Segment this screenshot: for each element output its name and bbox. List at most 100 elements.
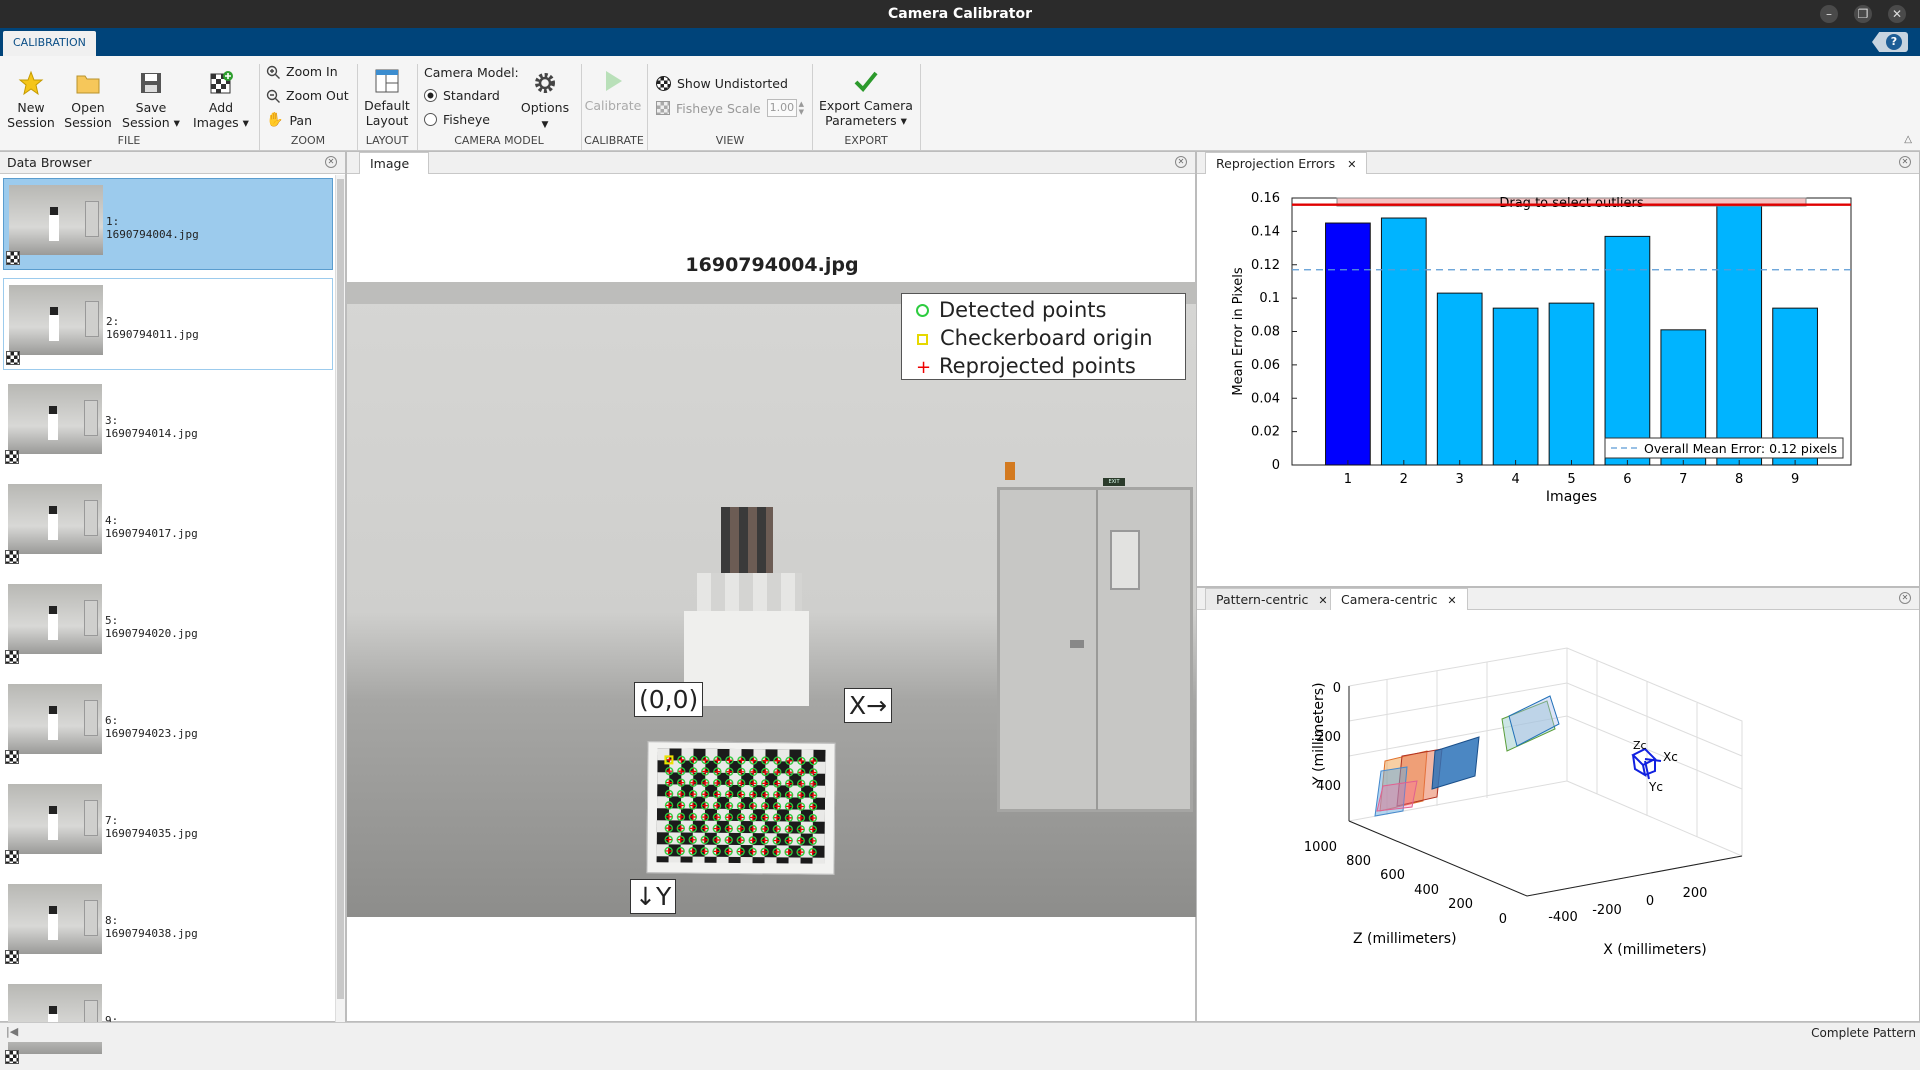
thumbnail-image [8,784,102,854]
svg-text:-200: -200 [1592,903,1622,918]
legend-origin: Checkerboard origin [940,326,1153,350]
close-tab-icon[interactable]: ✕ [1447,594,1456,607]
zoom-in-button[interactable]: Zoom In [266,64,338,79]
scroll-left-icon[interactable]: |◀ [6,1025,18,1038]
close-panel-icon[interactable]: ✕ [1899,592,1911,604]
undistort-icon [656,76,671,91]
folder-icon [76,75,100,94]
extrinsics-3d-plot[interactable]: Zc Xc Yc 0 200 400 Y (millimeters) 1000 … [1197,611,1919,1021]
checkerboard-icon [6,351,20,365]
thumbnail-label: 3: 1690794014.jpg [105,414,198,440]
list-item[interactable]: 3: 1690794014.jpg [3,378,333,470]
new-session-button[interactable]: New Session [6,70,56,130]
reprojection-panel: Reprojection Errors ✕ ✕ 0 0.02 0.04 0.06 0.0… [1196,151,1920,587]
thumbnail-image [8,684,102,754]
checkmark-icon [854,71,878,92]
calibrate-button[interactable]: Calibrate [584,68,642,113]
gear-icon [535,73,555,93]
image-panel: Image ✕ 1690794004.jpg EXIT (0,0) X→ Det… [346,151,1196,1022]
help-button[interactable]: ? [1872,32,1908,52]
list-item[interactable]: 4: 1690794017.jpg [3,478,333,570]
add-images-button[interactable]: Add Images ▾ [188,70,254,130]
thumbnail-label: 7: 1690794035.jpg [105,814,198,840]
scrollbar[interactable] [335,175,345,1023]
z-ticks: 1000 800 600 400 200 0 [1304,840,1507,927]
export-camera-parameters-button[interactable]: Export Camera Parameters ▾ [818,68,914,128]
default-layout-button[interactable]: Default Layout [360,68,414,128]
checkerboard-icon [5,550,19,564]
spinner-arrows-icon[interactable]: ▲ ▼ [799,100,804,116]
calibration-image[interactable]: EXIT (0,0) X→ Detected points Checkerboa… [347,282,1196,917]
collapse-ribbon-icon[interactable]: △ [1904,134,1912,145]
title-bar: Camera Calibrator – ❐ ✕ [0,0,1920,28]
origin-marker [664,755,674,765]
camera-label-y: Yc [1648,780,1663,794]
camera-model-label: Camera Model: [424,65,519,80]
tab-camera-centric[interactable]: Camera-centric ✕ [1330,588,1468,610]
x-ticks: -400 -200 0 200 [1548,886,1707,925]
minimize-button[interactable]: – [1820,5,1838,23]
dropdown-arrow-icon: ▼ [541,120,549,130]
close-panel-icon[interactable]: ✕ [325,156,337,168]
list-item[interactable]: 6: 1690794023.jpg [3,678,333,770]
thumbnail-label: 1: 1690794004.jpg [106,215,199,241]
pattern-planes [1374,695,1560,817]
thumbnail-image [9,185,103,255]
fisheye-scale-control[interactable]: Fisheye Scale 1.00 ▲ ▼ [656,99,804,117]
mean-legend-text: Overall Mean Error: 0.12 pixels [1644,441,1837,456]
thumbnail-label: 2: 1690794011.jpg [106,315,199,341]
checkerboard-icon [6,251,20,265]
list-item[interactable]: 1: 1690794004.jpg [3,178,333,270]
list-item[interactable]: 8: 1690794038.jpg [3,878,333,970]
data-browser-title: Data Browser [0,152,345,174]
options-button[interactable]: Options ▼ [516,70,574,133]
tab-calibration[interactable]: CALIBRATION [3,31,96,56]
layout-icon [375,69,399,93]
tab-pattern-centric[interactable]: Pattern-centric ✕ [1205,588,1339,610]
separator [920,64,921,150]
maximize-button[interactable]: ❐ [1854,5,1872,23]
fisheye-scale-input[interactable]: 1.00 [766,99,797,117]
x-tick-label: 3 [1456,472,1464,487]
group-layout-label: LAYOUT [365,134,409,147]
thumbnail-label: 6: 1690794023.jpg [105,714,198,740]
list-item[interactable]: 2: 1690794011.jpg [3,278,333,370]
ribbon: New Session Open Session Save Session ▾ Add… [0,56,1920,151]
close-panel-icon[interactable]: ✕ [1899,156,1911,168]
close-tab-icon[interactable]: ✕ [1347,158,1356,171]
checkerboard-icon [5,950,19,964]
zoom-out-button[interactable]: Zoom Out [266,88,349,103]
camera-label-z: Zc [1633,739,1647,752]
show-undistorted-button[interactable]: Show Undistorted [656,76,788,91]
thumbnail-label: 8: 1690794038.jpg [105,914,198,940]
legend: Detected points Checkerboard origin + Rep… [901,293,1186,380]
standard-radio[interactable]: Standard [424,88,500,103]
x-tick-label: 1 [1344,472,1352,487]
y-tick-label: 0.06 [1251,358,1280,373]
detected-points-icon [916,304,929,317]
fisheye-radio[interactable]: Fisheye [424,112,490,127]
close-window-button[interactable]: ✕ [1888,5,1906,23]
close-panel-icon[interactable]: ✕ [1175,156,1187,168]
reprojection-chart[interactable]: 0 0.02 0.04 0.06 0.08 0.1 0.12 0.14 0.16 1 2 3 4 5 6 7 8… [1197,175,1917,587]
close-tab-icon[interactable]: ✕ [1318,594,1327,607]
help-icon: ? [1886,34,1902,50]
detected-points-overlay [664,755,818,857]
svg-text:0: 0 [1499,912,1507,927]
tab-reprojection-errors[interactable]: Reprojection Errors ✕ [1205,152,1368,174]
zoom-out-icon [266,89,280,103]
hand-icon: ✋ [266,112,284,128]
list-item[interactable]: 7: 1690794035.jpg [3,778,333,870]
bar [1604,235,1651,466]
tab-image[interactable]: Image [359,152,429,174]
list-item[interactable]: 5: 1690794020.jpg [3,578,333,670]
x-axis-label: X→ [844,688,893,723]
origin-label: (0,0) [634,682,704,717]
door [997,487,1193,812]
y-tick-label: 0.14 [1251,224,1280,239]
svg-text:0: 0 [1646,894,1654,909]
bar [1548,302,1595,466]
open-session-button[interactable]: Open Session [62,70,114,130]
save-session-button[interactable]: Save Session ▾ [118,70,184,130]
pan-button[interactable]: ✋ Pan [266,112,312,128]
